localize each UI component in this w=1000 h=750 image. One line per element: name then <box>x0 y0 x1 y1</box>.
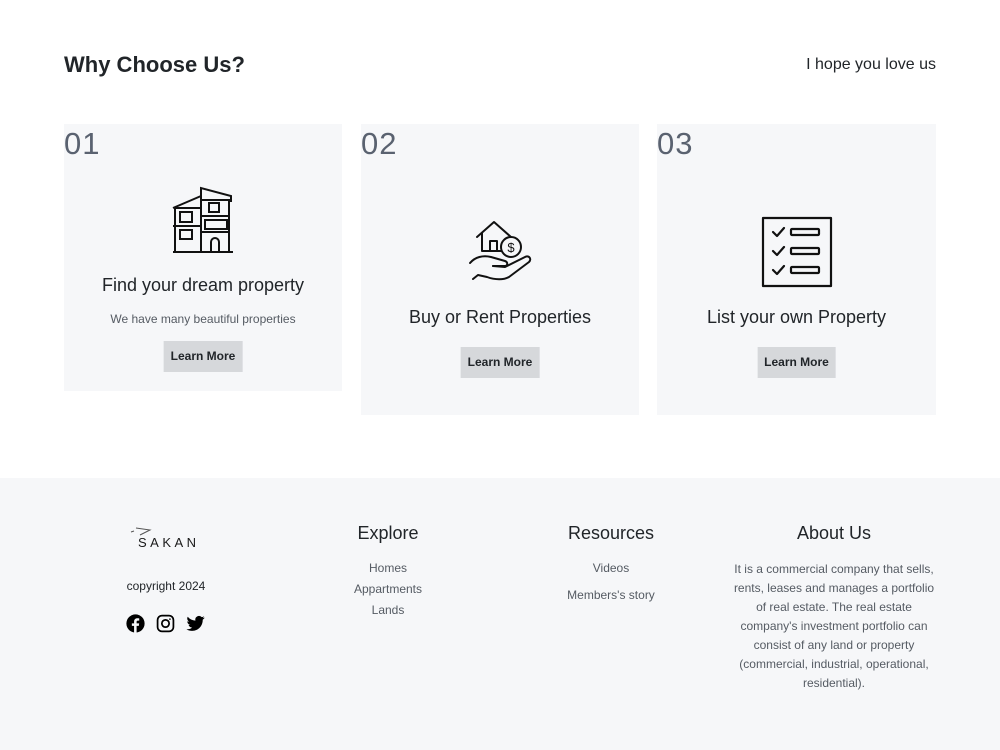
card-title: Find your dream property <box>101 275 305 295</box>
svg-text:$: $ <box>507 240 515 255</box>
section-title: Why Choose Us? <box>64 52 245 77</box>
card-number: 03 <box>657 126 694 161</box>
section-tagline: I hope you love us <box>806 56 936 73</box>
social-links <box>126 614 205 633</box>
footer-link-homes[interactable]: Homes <box>318 561 458 575</box>
learn-more-button[interactable]: Learn More <box>757 347 836 378</box>
footer-resources-column: Resources Videos Members's story <box>541 523 681 602</box>
sakan-logo[interactable]: SAKAN <box>128 526 202 550</box>
svg-text:SAKAN: SAKAN <box>138 535 200 550</box>
why-choose-us-section: Why Choose Us? I hope you love us 01 Fin… <box>0 0 1000 478</box>
about-heading: About Us <box>796 523 872 543</box>
explore-heading: Explore <box>357 523 419 543</box>
about-text: It is a commercial company that sells, r… <box>733 562 935 690</box>
site-footer: SAKAN copyright 2024 Explore Homes Appar… <box>0 478 1000 750</box>
twitter-icon[interactable] <box>186 614 205 633</box>
footer-link-appartments[interactable]: Appartments <box>318 582 458 596</box>
footer-explore-column: Explore Homes Appartments Lands <box>318 523 458 617</box>
footer-link-lands[interactable]: Lands <box>318 603 458 617</box>
footer-about-column: About Us It is a commercial company that… <box>730 523 938 693</box>
card-title: List your own Property <box>706 307 887 327</box>
house-hand-dollar-icon: $ <box>469 221 532 281</box>
instagram-icon[interactable] <box>156 614 175 633</box>
feature-card-list-property: 03 List your own Property Learn More <box>657 124 936 415</box>
feature-card-buy-rent: 02 $ Buy or Rent Properties Learn More <box>361 124 639 415</box>
card-description: We have many beautiful properties <box>110 312 296 326</box>
card-title: Buy or Rent Properties <box>408 307 592 327</box>
footer-link-videos[interactable]: Videos <box>541 561 681 575</box>
house-building-icon <box>172 186 233 253</box>
card-number: 01 <box>64 126 101 161</box>
card-number: 02 <box>361 126 398 161</box>
facebook-icon[interactable] <box>126 614 145 633</box>
footer-link-members-story[interactable]: Members's story <box>541 588 681 602</box>
learn-more-button[interactable]: Learn More <box>163 341 243 372</box>
resources-heading: Resources <box>567 523 655 543</box>
learn-more-button[interactable]: Learn More <box>460 347 540 378</box>
checklist-icon <box>761 216 832 288</box>
copyright-text: copyright 2024 <box>126 579 206 593</box>
feature-card-find-property: 01 Find your dream property We have many… <box>64 124 342 391</box>
